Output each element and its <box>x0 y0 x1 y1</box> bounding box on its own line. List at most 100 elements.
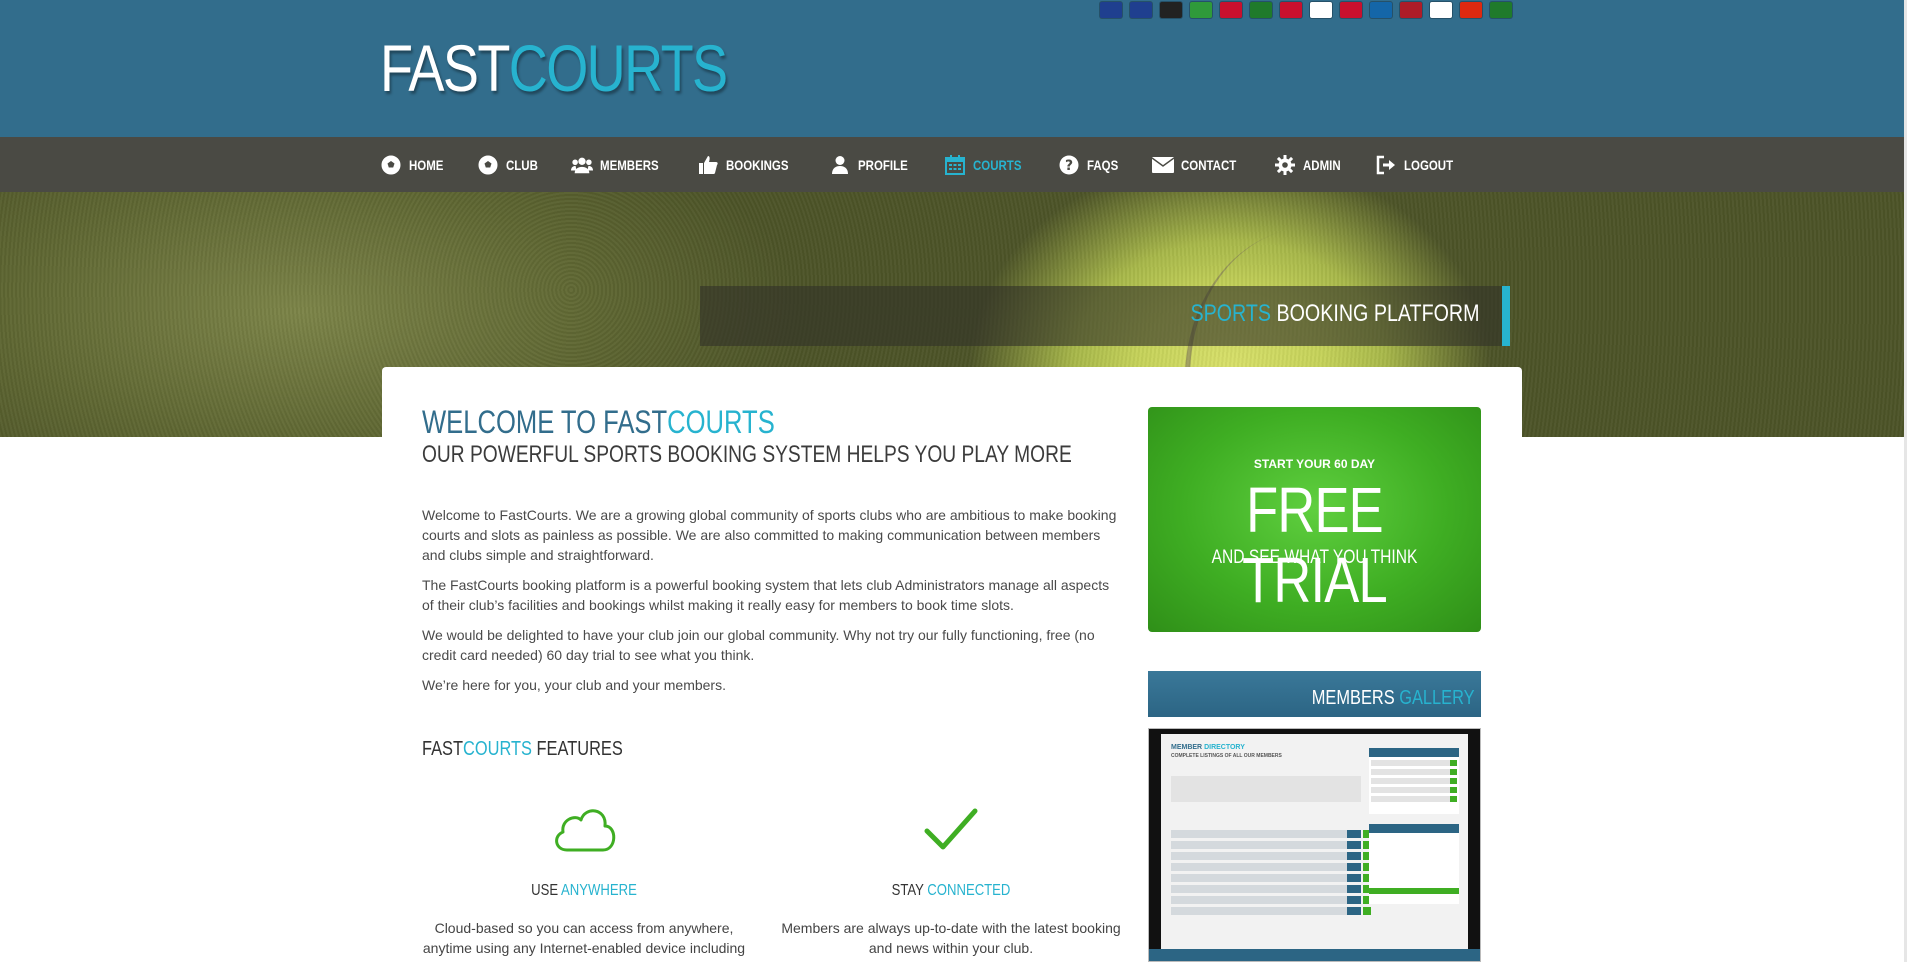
features-title-fast: FAST <box>422 738 464 760</box>
gallery-shot-club-form <box>1369 824 1459 904</box>
welcome-paragraph: We’re here for you, your club and your m… <box>422 677 726 693</box>
nav-profile[interactable]: PROFILE <box>829 137 919 192</box>
list-item <box>1171 885 1371 893</box>
welcome-paragraph: The FastCourts booking platform is a pow… <box>422 577 1110 613</box>
welcome-title-part2: COURTS <box>667 404 775 440</box>
arabic-flag-icon[interactable] <box>1489 0 1513 20</box>
feature-description: Cloud-based so you can access from anywh… <box>422 920 746 956</box>
question-icon: ? <box>1058 154 1080 176</box>
danish-flag-icon[interactable] <box>1279 0 1303 20</box>
spanish-flag-icon[interactable] <box>1219 0 1243 20</box>
main-nav: HOME CLUB MEMBERS BOOKINGS PROFILE COURTS ? FAQ… <box>380 137 1490 192</box>
list-item <box>1171 907 1371 915</box>
features-title: FASTCOURTS FEATURES <box>422 738 623 761</box>
nav-label: PROFILE <box>857 156 908 173</box>
list-item <box>1171 830 1371 838</box>
nav-members[interactable]: MEMBERS <box>570 137 672 192</box>
welcome-body: Welcome to FastCourts. We are a growing … <box>422 505 1122 705</box>
welcome-paragraph: Welcome to FastCourts. We are a growing … <box>422 507 1117 563</box>
english-flag-icon[interactable] <box>1099 0 1123 20</box>
logo-fast: FAST <box>380 31 510 105</box>
nav-faqs[interactable]: ? FAQS <box>1058 137 1125 192</box>
feature-title-part1: STAY <box>891 882 928 899</box>
feature-title-part2: CONNECTED <box>927 882 1011 899</box>
nav-home[interactable]: HOME <box>380 137 451 192</box>
users-icon <box>570 154 593 176</box>
trial-small-text: START YOUR 60 DAY <box>1253 457 1376 471</box>
tagline-sports: SPORTS <box>1190 300 1272 327</box>
flag-swatch <box>1220 2 1242 18</box>
portuguese-flag-icon[interactable] <box>1249 0 1273 20</box>
gallery-screenshot: MEMBER DIRECTORY COMPLETE LISTINGS OF AL… <box>1161 734 1468 961</box>
features-title-courts: COURTS <box>463 738 532 760</box>
list-item <box>1171 874 1371 882</box>
nav-label: COURTS <box>973 156 1022 173</box>
dutch-flag-icon[interactable] <box>1399 0 1423 20</box>
nav-bookings[interactable]: BOOKINGS <box>697 137 802 192</box>
german-flag-icon[interactable] <box>1159 0 1183 20</box>
flag-swatch <box>1160 2 1182 18</box>
nav-club[interactable]: CLUB <box>477 137 545 192</box>
trial-big-text: FREE TRIAL <box>1242 474 1387 616</box>
hero-tagline: SPORTS BOOKING PLATFORM <box>700 286 1510 346</box>
gallery-shot-club-panel <box>1369 748 1459 814</box>
nav-label: LOGOUT <box>1403 156 1454 173</box>
gallery-shot-subtitle: COMPLETE LISTINGS OF ALL OUR MEMBERS <box>1171 753 1282 759</box>
nav-label: CLUB <box>506 156 538 173</box>
flag-swatch <box>1130 2 1152 18</box>
nav-admin[interactable]: ADMIN <box>1274 137 1349 192</box>
flag-swatch <box>1460 2 1482 18</box>
gallery-shot-title: MEMBER DIRECTORY <box>1171 744 1245 751</box>
chinese-flag-icon[interactable] <box>1459 0 1483 20</box>
free-trial-button[interactable]: START YOUR 60 DAY FREE TRIAL AND SEE WHA… <box>1148 407 1481 632</box>
flag-swatch <box>1400 2 1422 18</box>
list-item <box>1171 896 1371 904</box>
gear-icon <box>1274 154 1296 176</box>
nav-label: ADMIN <box>1303 156 1341 173</box>
gallery-title-part1: MEMBERS <box>1312 687 1400 709</box>
calendar-icon <box>944 154 966 176</box>
welcome-title-part1: WELCOME TO FAST <box>422 404 668 440</box>
flag-swatch <box>1490 2 1512 18</box>
feature-description: Members are always up-to-date with the l… <box>781 920 1121 956</box>
site-logo[interactable]: FASTCOURTS <box>380 28 728 108</box>
russian-flag-icon[interactable] <box>1429 0 1453 20</box>
list-item <box>1171 841 1371 849</box>
flag-swatch <box>1190 2 1212 18</box>
finnish-flag-icon[interactable] <box>1309 0 1333 20</box>
trial-sub-text: AND SEE WHAT YOU THINK <box>1211 547 1418 568</box>
flag-swatch <box>1370 2 1392 18</box>
members-gallery-image[interactable]: MEMBER DIRECTORY COMPLETE LISTINGS OF AL… <box>1148 728 1481 962</box>
tagline-booking-platform: BOOKING PLATFORM <box>1276 300 1480 327</box>
nav-courts[interactable]: COURTS <box>944 137 1032 192</box>
flag-swatch <box>1340 2 1362 18</box>
logout-icon <box>1375 154 1397 176</box>
feature-stay-connected: STAY CONNECTED Members are always up-to-… <box>781 798 1121 958</box>
soccer-ball-icon <box>477 154 499 176</box>
swedish-flag-icon[interactable] <box>1369 0 1393 20</box>
french-flag-icon[interactable] <box>1129 0 1153 20</box>
welcome-subtitle: OUR POWERFUL SPORTS BOOKING SYSTEM HELPS… <box>422 441 1072 468</box>
features-title-rest: FEATURES <box>531 738 623 760</box>
nav-logout[interactable]: LOGOUT <box>1375 137 1464 192</box>
language-selector <box>1099 0 1513 20</box>
flag-swatch <box>1430 2 1452 18</box>
list-item <box>1171 863 1371 871</box>
flag-swatch <box>1310 2 1332 18</box>
site-header: FASTCOURTS <box>0 0 1904 137</box>
norwegian-flag-icon[interactable] <box>1339 0 1363 20</box>
welcome-title: WELCOME TO FASTCOURTS <box>422 402 775 442</box>
members-gallery-header: MEMBERS GALLERY <box>1148 671 1481 717</box>
nav-label: BOOKINGS <box>726 156 789 173</box>
nav-label: HOME <box>409 156 444 173</box>
gallery-shot-rows <box>1171 830 1371 918</box>
flag-swatch <box>1100 2 1122 18</box>
nav-label: MEMBERS <box>599 156 659 173</box>
gallery-shot-title-part1: MEMBER <box>1171 744 1205 751</box>
envelope-icon <box>1151 154 1174 176</box>
gallery-shot-search <box>1171 776 1361 802</box>
gallery-shot-footer <box>1149 949 1480 961</box>
nav-contact[interactable]: CONTACT <box>1151 137 1248 192</box>
logo-courts: COURTS <box>508 31 728 105</box>
italian-flag-icon[interactable] <box>1189 0 1213 20</box>
